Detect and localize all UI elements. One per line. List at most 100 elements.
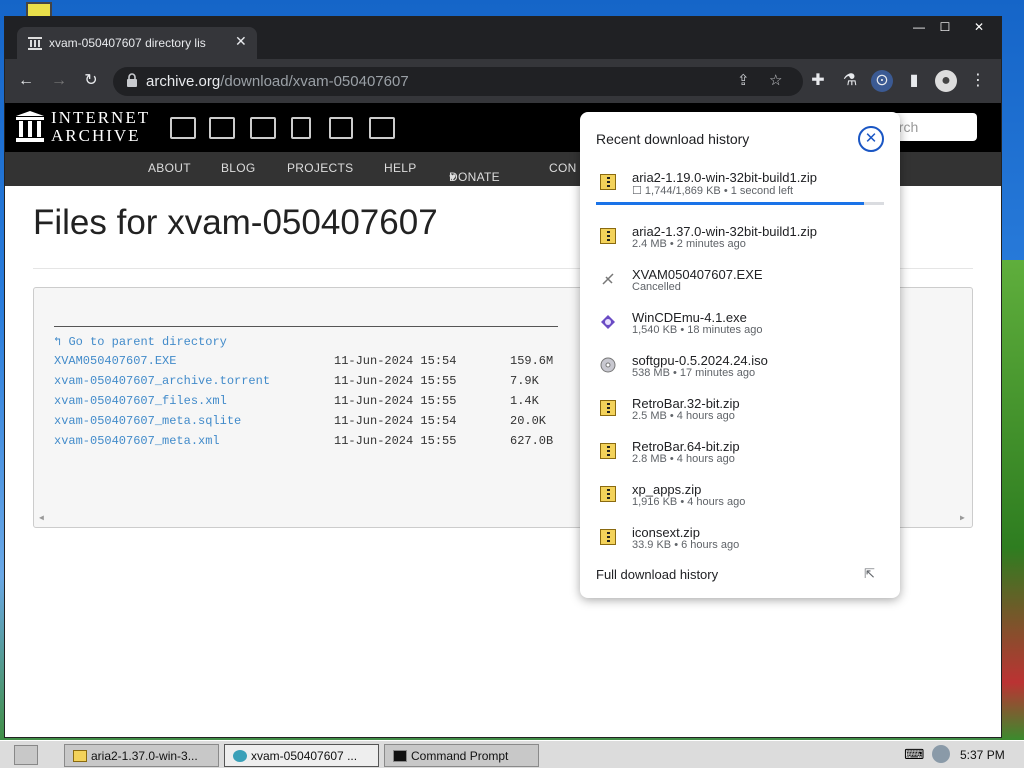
taskbar-item-browser[interactable]: xvam-050407607 ... bbox=[224, 744, 379, 767]
zip-icon bbox=[600, 400, 616, 416]
up-arrow-icon: ↰ bbox=[54, 335, 62, 349]
download-status: 2.5 MB • 4 hours ago bbox=[632, 410, 735, 422]
download-name: aria2-1.37.0-win-32bit-build1.zip bbox=[632, 224, 817, 239]
share-icon[interactable]: ⇪ bbox=[737, 71, 750, 89]
file-link[interactable]: xvam-050407607_archive.torrent bbox=[54, 374, 270, 388]
file-link[interactable]: xvam-050407607_files.xml bbox=[54, 394, 227, 408]
desktop-wallpaper-edge bbox=[1000, 260, 1024, 740]
taskbar-item-label: Command Prompt bbox=[411, 749, 509, 763]
browser-window: xvam-050407607 directory lis ✕ — ☐ ✕ ← →… bbox=[4, 16, 1002, 738]
taskbar: aria2-1.37.0-win-3... xvam-050407607 ...… bbox=[0, 740, 1024, 768]
file-date: 11-Jun-2024 15:54 bbox=[334, 354, 457, 368]
folder-icon bbox=[73, 750, 87, 762]
profile-avatar-icon[interactable]: ● bbox=[935, 70, 957, 92]
reload-icon[interactable]: ↻ bbox=[80, 70, 102, 92]
ia-wordmark-line2: ARCHIVE bbox=[51, 126, 141, 145]
internet-archive-icon bbox=[28, 37, 42, 50]
tab-title: xvam-050407607 directory lis bbox=[49, 36, 206, 50]
download-progress-bar bbox=[596, 202, 884, 205]
parent-directory-link[interactable]: ↰ Go to parent directory bbox=[54, 334, 227, 349]
nav-donate-label: DONATE bbox=[449, 170, 500, 184]
scroll-right-icon[interactable]: ▶ bbox=[960, 513, 965, 523]
address-bar[interactable]: archive.org/download/xvam-050407607 ⇪ ☆ bbox=[113, 67, 803, 96]
download-item[interactable]: softgpu-0.5.2024.24.iso 538 MB • 17 minut… bbox=[580, 353, 900, 393]
download-item[interactable]: RetroBar.64-bit.zip 2.8 MB • 4 hours ago bbox=[580, 439, 900, 479]
file-date: 11-Jun-2024 15:55 bbox=[334, 434, 457, 448]
window-close-button[interactable]: ✕ bbox=[963, 17, 995, 37]
ia-wordmark-line1: INTERNET bbox=[51, 108, 151, 127]
download-item[interactable]: XVAM050407607.EXE Cancelled bbox=[580, 267, 900, 307]
download-status: 33.9 KB • 6 hours ago bbox=[632, 539, 740, 551]
download-progress-fill bbox=[596, 202, 864, 205]
lock-icon bbox=[127, 73, 137, 87]
taskbar-item-label: xvam-050407607 ... bbox=[251, 749, 358, 763]
file-row: XVAM050407607.EXE 11-Jun-2024 15:54 159.6M bbox=[54, 354, 574, 370]
nav-contact[interactable]: CON bbox=[549, 161, 577, 175]
listing-rule bbox=[54, 326, 558, 327]
file-size: 159.6M bbox=[510, 354, 554, 368]
side-panel-icon[interactable]: ▮ bbox=[903, 70, 925, 92]
labs-flask-icon[interactable]: ⚗ bbox=[839, 70, 861, 92]
file-row: xvam-050407607_meta.sqlite 11-Jun-2024 15… bbox=[54, 414, 574, 430]
download-name: xp_apps.zip bbox=[632, 482, 702, 497]
cancelled-icon bbox=[602, 273, 614, 285]
nav-help[interactable]: HELP bbox=[384, 161, 417, 175]
download-item[interactable]: aria2-1.37.0-win-32bit-build1.zip 2.4 MB … bbox=[580, 224, 900, 264]
close-popup-icon[interactable]: ✕ bbox=[858, 126, 884, 152]
taskbar-item-cmd[interactable]: Command Prompt bbox=[384, 744, 539, 767]
download-status: 1,916 KB • 4 hours ago bbox=[632, 496, 746, 508]
menu-kebab-icon[interactable]: ⋮ bbox=[967, 70, 989, 92]
images-media-icon[interactable] bbox=[369, 117, 395, 139]
nav-projects[interactable]: PROJECTS bbox=[287, 161, 353, 175]
downloads-icon[interactable]: ⊙ bbox=[871, 70, 893, 92]
download-status: Cancelled bbox=[632, 281, 681, 293]
back-icon[interactable]: ← bbox=[15, 70, 37, 92]
full-download-history-link[interactable]: Full download history bbox=[596, 567, 718, 582]
nav-about[interactable]: ABOUT bbox=[148, 161, 191, 175]
nav-blog[interactable]: BLOG bbox=[221, 161, 256, 175]
video-media-icon[interactable] bbox=[250, 117, 276, 139]
download-item[interactable]: RetroBar.32-bit.zip 2.5 MB • 4 hours ago bbox=[580, 396, 900, 436]
file-row: xvam-050407607_meta.xml 11-Jun-2024 15:55… bbox=[54, 434, 574, 450]
download-item[interactable]: xp_apps.zip 1,916 KB • 4 hours ago bbox=[580, 482, 900, 522]
file-size: 627.0B bbox=[510, 434, 554, 448]
file-link[interactable]: XVAM050407607.EXE bbox=[54, 354, 176, 368]
internet-archive-logo-icon[interactable] bbox=[15, 111, 45, 143]
url-path: /download/xvam-050407607 bbox=[220, 73, 409, 90]
file-size: 1.4K bbox=[510, 394, 539, 408]
tab-close-icon[interactable]: ✕ bbox=[235, 33, 247, 50]
taskbar-item-folder[interactable]: aria2-1.37.0-win-3... bbox=[64, 744, 219, 767]
file-row: xvam-050407607_files.xml 11-Jun-2024 15:5… bbox=[54, 394, 574, 410]
taskbar-item-label: aria2-1.37.0-win-3... bbox=[91, 749, 198, 763]
download-item[interactable]: WinCDEmu-4.1.exe 1,540 KB • 18 minutes ag… bbox=[580, 310, 900, 350]
download-name: WinCDEmu-4.1.exe bbox=[632, 310, 747, 325]
software-media-icon[interactable] bbox=[329, 117, 353, 139]
download-item[interactable]: iconsext.zip 33.9 KB • 6 hours ago bbox=[580, 525, 900, 565]
start-button[interactable] bbox=[14, 745, 38, 765]
ia-wordmark[interactable]: INTERNET ARCHIVE bbox=[51, 109, 150, 145]
extensions-icon[interactable]: ✚ bbox=[807, 70, 829, 92]
zip-icon bbox=[600, 443, 616, 459]
zip-icon bbox=[600, 174, 616, 190]
url-host: archive.org bbox=[146, 73, 221, 90]
forward-icon[interactable]: → bbox=[48, 70, 70, 92]
scroll-left-icon[interactable]: ◀ bbox=[39, 513, 44, 523]
tab-active[interactable]: xvam-050407607 directory lis ✕ bbox=[17, 27, 257, 59]
texts-media-icon[interactable] bbox=[209, 117, 235, 139]
keyboard-icon[interactable]: ⌨ bbox=[904, 746, 924, 763]
file-row: xvam-050407607_archive.torrent 11-Jun-202… bbox=[54, 374, 574, 390]
file-size: 20.0K bbox=[510, 414, 547, 428]
network-icon[interactable] bbox=[932, 745, 950, 763]
file-link[interactable]: xvam-050407607_meta.xml bbox=[54, 434, 220, 448]
file-date: 11-Jun-2024 15:54 bbox=[334, 414, 457, 428]
open-external-icon[interactable]: ⇱ bbox=[864, 566, 875, 582]
audio-media-icon[interactable] bbox=[291, 117, 311, 139]
tab-strip: xvam-050407607 directory lis ✕ — ☐ ✕ bbox=[5, 17, 1001, 59]
bookmark-star-icon[interactable]: ☆ bbox=[769, 71, 782, 89]
parent-directory-label: Go to parent directory bbox=[68, 335, 227, 349]
download-name: aria2-1.19.0-win-32bit-build1.zip bbox=[632, 170, 817, 185]
web-media-icon[interactable] bbox=[170, 117, 196, 139]
browser-toolbar: ← → ↻ archive.org/download/xvam-05040760… bbox=[5, 59, 1001, 103]
maximize-button[interactable]: ☐ bbox=[929, 17, 961, 37]
file-link[interactable]: xvam-050407607_meta.sqlite bbox=[54, 414, 241, 428]
